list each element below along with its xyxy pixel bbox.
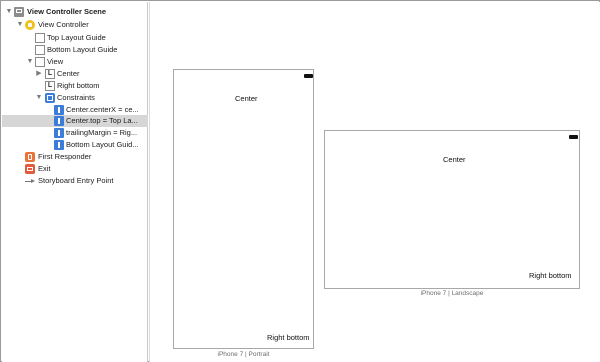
battery-icon: [304, 74, 313, 78]
outline-item-label: View Controller: [38, 20, 89, 29]
disclosure-expanded-icon[interactable]: ▼: [26, 58, 34, 66]
outline-item-top-layout-guide[interactable]: Top Layout Guide: [2, 32, 148, 44]
outline-item-label: Center: [57, 69, 80, 78]
center-label[interactable]: Center: [235, 94, 258, 103]
battery-icon: [569, 135, 578, 139]
disclosure-expanded-icon[interactable]: ▼: [16, 21, 24, 29]
outline-item-exit[interactable]: Exit: [2, 163, 148, 175]
portrait-caption: iPhone 7 | Portrait: [217, 351, 270, 358]
disclosure-collapsed-icon[interactable]: ▶: [35, 70, 43, 78]
exit-icon: [25, 164, 35, 174]
landscape-caption: iPhone 7 | Landscape: [420, 290, 484, 297]
center-label[interactable]: Center: [443, 155, 466, 164]
constraint-icon: [54, 105, 64, 115]
outline-item-entry-point[interactable]: Storyboard Entry Point: [2, 175, 148, 187]
view-icon: [35, 57, 45, 67]
outline-item-bottom-layout-guide[interactable]: Bottom Layout Guide: [2, 44, 148, 56]
storyboard-canvas[interactable]: Center Right bottom iPhone 7 | Portrait …: [149, 2, 600, 362]
outline-item-label: Bottom Layout Guide: [47, 45, 118, 54]
outline-item-label: Exit: [38, 164, 51, 173]
outline-item-constraint-top[interactable]: Center.top = Top La...: [2, 115, 148, 127]
outline-item-label: Bottom Layout Guid...: [66, 140, 139, 149]
outline-item-label: Storyboard Entry Point: [38, 176, 114, 185]
outline-item-center[interactable]: ▶ L Center: [2, 68, 148, 80]
right-bottom-label[interactable]: Right bottom: [267, 333, 310, 342]
label-icon: L: [45, 81, 55, 91]
constraint-icon: [54, 128, 64, 138]
entry-point-arrow-icon: [25, 176, 35, 186]
outline-item-view-controller[interactable]: ▼ View Controller: [2, 19, 148, 31]
view-controller-icon: [25, 20, 35, 30]
outline-item-label: trailingMargin = Rig...: [66, 128, 138, 137]
disclosure-expanded-icon[interactable]: ▼: [5, 8, 13, 16]
outline-item-constraint-trailing[interactable]: trailingMargin = Rig...: [2, 127, 148, 139]
outline-item-label: View: [47, 57, 64, 66]
outline-item-label: Top Layout Guide: [47, 33, 106, 42]
outline-item-right-bottom[interactable]: L Right bottom: [2, 80, 148, 92]
xcode-window: ▼ View Controller Scene ▼ View Controlle…: [0, 0, 600, 362]
outline-item-scene[interactable]: ▼ View Controller Scene: [2, 6, 148, 18]
layout-guide-icon: [35, 45, 45, 55]
first-responder-icon: [25, 152, 35, 162]
right-bottom-label[interactable]: Right bottom: [529, 271, 572, 280]
layout-guide-icon: [35, 33, 45, 43]
outline-item-constraint-bottom-guide[interactable]: Bottom Layout Guid...: [2, 139, 148, 151]
outline-item-label: Right bottom: [57, 81, 100, 90]
outline-item-view[interactable]: ▼ View: [2, 56, 148, 68]
landscape-device-frame[interactable]: Center Right bottom: [324, 130, 580, 289]
constraint-icon: [54, 116, 64, 126]
outline-item-constraints[interactable]: ▼ Constraints: [2, 92, 148, 104]
disclosure-expanded-icon[interactable]: ▼: [35, 94, 43, 102]
scene-icon: [14, 7, 24, 17]
constraints-icon: [45, 93, 55, 103]
outline-item-label: View Controller Scene: [27, 7, 107, 16]
outline-item-label: First Responder: [38, 152, 92, 161]
label-icon: L: [45, 69, 55, 79]
portrait-device-frame[interactable]: Center Right bottom: [173, 69, 314, 349]
outline-item-first-responder[interactable]: First Responder: [2, 151, 148, 163]
outline-item-label: Center.top = Top La...: [66, 116, 138, 125]
constraint-icon: [54, 140, 64, 150]
document-outline: ▼ View Controller Scene ▼ View Controlle…: [2, 2, 148, 362]
outline-item-label: Constraints: [57, 93, 95, 102]
